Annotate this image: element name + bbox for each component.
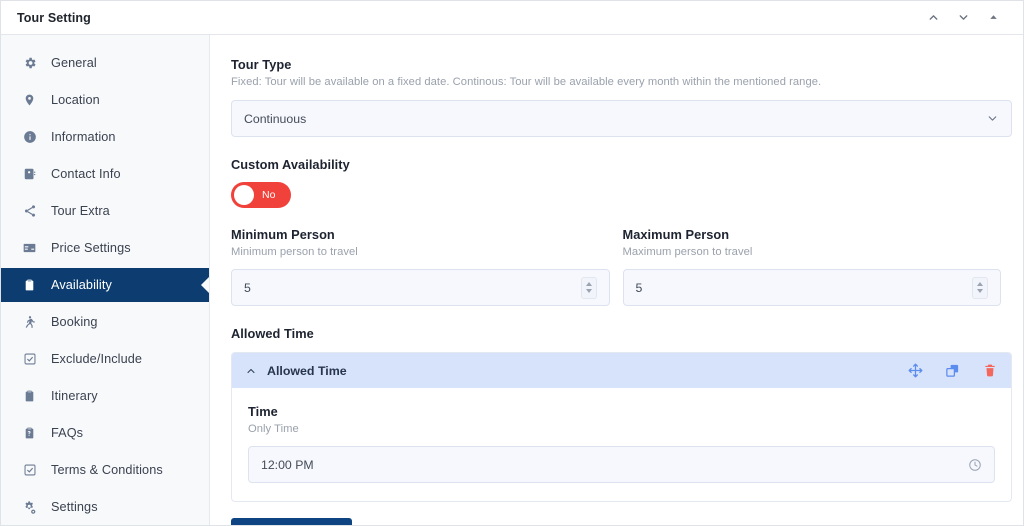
- time-value: 12:00 PM: [261, 458, 968, 472]
- contact-card-icon: [21, 166, 38, 183]
- sidebar-item-label: Availability: [51, 278, 112, 292]
- sidebar-item-label: Contact Info: [51, 167, 121, 181]
- minimum-person-description: Minimum person to travel: [231, 246, 610, 258]
- tour-type-description: Fixed: Tour will be available on a fixed…: [231, 76, 1001, 88]
- sidebar-item-label: Location: [51, 93, 100, 107]
- sidebar-item-label: Information: [51, 130, 116, 144]
- allowed-time-title: Allowed Time: [231, 326, 1001, 341]
- window-title: Tour Setting: [17, 11, 91, 25]
- settings-content: Tour Type Fixed: Tour will be available …: [210, 35, 1023, 525]
- chevron-up-icon[interactable]: [925, 10, 941, 26]
- stepper-up-icon[interactable]: [977, 282, 983, 286]
- sidebar-item-label: Booking: [51, 315, 98, 329]
- tour-type-select-row: Continuous: [231, 100, 1001, 137]
- maximum-person-stepper[interactable]: [972, 277, 988, 299]
- sidebar-item-label: Settings: [51, 500, 98, 514]
- allowed-time-panel-body: Time Only Time 12:00 PM: [232, 388, 1011, 501]
- chevron-up-icon[interactable]: [245, 365, 257, 377]
- tour-type-select[interactable]: Continuous: [231, 100, 1012, 137]
- allowed-time-panel-label: Allowed Time: [267, 364, 347, 378]
- custom-availability-field: Custom Availability No: [231, 157, 1001, 208]
- duplicate-icon[interactable]: [945, 363, 960, 378]
- sidebar-item-tour-extra[interactable]: Tour Extra: [1, 194, 209, 228]
- caret-collapse-icon[interactable]: [985, 10, 1001, 26]
- toggle-knob: [234, 185, 254, 205]
- gear-icon: [21, 55, 38, 72]
- sidebar-item-label: Terms & Conditions: [51, 463, 163, 477]
- tour-type-field: Tour Type Fixed: Tour will be available …: [231, 57, 1001, 137]
- sidebar-item-label: FAQs: [51, 426, 83, 440]
- tour-type-title: Tour Type: [231, 57, 1001, 72]
- allowed-time-panel-actions: [908, 363, 997, 378]
- custom-availability-toggle[interactable]: No: [231, 182, 291, 208]
- sidebar-item-settings[interactable]: Settings: [1, 490, 209, 524]
- stepper-down-icon[interactable]: [977, 289, 983, 293]
- chevron-down-icon[interactable]: [955, 10, 971, 26]
- move-icon[interactable]: [908, 363, 923, 378]
- clock-icon[interactable]: [968, 458, 982, 472]
- sidebar-item-terms-conditions[interactable]: Terms & Conditions: [1, 453, 209, 487]
- allowed-time-panel: Allowed Time: [231, 352, 1012, 502]
- sidebar-item-faqs[interactable]: FAQs: [1, 416, 209, 450]
- maximum-person-value: 5: [636, 281, 973, 295]
- sidebar-item-label: General: [51, 56, 97, 70]
- sidebar-item-availability[interactable]: Availability: [1, 268, 209, 302]
- map-pin-icon: [21, 92, 38, 109]
- tour-type-selected-value: Continuous: [244, 112, 986, 126]
- sidebar-item-booking[interactable]: Booking: [1, 305, 209, 339]
- stepper-up-icon[interactable]: [586, 282, 592, 286]
- maximum-person-input[interactable]: 5: [623, 269, 1002, 306]
- custom-availability-title: Custom Availability: [231, 157, 1001, 172]
- stepper-down-icon[interactable]: [586, 289, 592, 293]
- gears-icon: [21, 499, 38, 516]
- minimum-person-value: 5: [244, 281, 581, 295]
- time-field-description: Only Time: [248, 423, 995, 435]
- toggle-label: No: [262, 189, 275, 201]
- hiker-icon: [21, 314, 38, 331]
- minimum-person-title: Minimum Person: [231, 227, 610, 242]
- person-limits-row: Minimum Person Minimum person to travel …: [231, 227, 1001, 306]
- settings-sidebar: General Location Information Contact Inf…: [1, 35, 210, 525]
- sidebar-item-information[interactable]: Information: [1, 120, 209, 154]
- sidebar-item-label: Exclude/Include: [51, 352, 142, 366]
- sidebar-item-itinerary[interactable]: Itinerary: [1, 379, 209, 413]
- sidebar-item-general[interactable]: General: [1, 46, 209, 80]
- minimum-person-stepper[interactable]: [581, 277, 597, 299]
- maximum-person-description: Maximum person to travel: [623, 246, 1002, 258]
- add-new-time-button[interactable]: Add New Time: [231, 518, 352, 525]
- maximum-person-field: Maximum Person Maximum person to travel …: [623, 227, 1002, 306]
- sidebar-item-contact-info[interactable]: Contact Info: [1, 157, 209, 191]
- titlebar-actions: [925, 10, 1011, 26]
- credit-card-icon: [21, 240, 38, 257]
- clipboard-list-icon: [21, 388, 38, 405]
- window-titlebar: Tour Setting: [1, 1, 1023, 35]
- sidebar-item-exclude-include[interactable]: Exclude/Include: [1, 342, 209, 376]
- share-nodes-icon: [21, 203, 38, 220]
- allowed-time-section: Allowed Time Allowed Time: [231, 326, 1001, 525]
- clipboard-question-icon: [21, 425, 38, 442]
- maximum-person-title: Maximum Person: [623, 227, 1002, 242]
- tour-setting-window: Tour Setting General: [0, 0, 1024, 526]
- allowed-time-panel-header[interactable]: Allowed Time: [232, 353, 1011, 388]
- sidebar-item-location[interactable]: Location: [1, 83, 209, 117]
- sidebar-item-label: Itinerary: [51, 389, 98, 403]
- sidebar-item-label: Price Settings: [51, 241, 131, 255]
- time-field-title: Time: [248, 404, 995, 419]
- checkbox-icon: [21, 462, 38, 479]
- chevron-down-icon: [986, 112, 999, 125]
- info-icon: [21, 129, 38, 146]
- trash-icon[interactable]: [982, 363, 997, 378]
- checkbox-icon: [21, 351, 38, 368]
- sidebar-item-price-settings[interactable]: Price Settings: [1, 231, 209, 265]
- clipboard-icon: [21, 277, 38, 294]
- minimum-person-field: Minimum Person Minimum person to travel …: [231, 227, 610, 306]
- minimum-person-input[interactable]: 5: [231, 269, 610, 306]
- window-body: General Location Information Contact Inf…: [1, 35, 1023, 525]
- time-input[interactable]: 12:00 PM: [248, 446, 995, 483]
- sidebar-item-label: Tour Extra: [51, 204, 110, 218]
